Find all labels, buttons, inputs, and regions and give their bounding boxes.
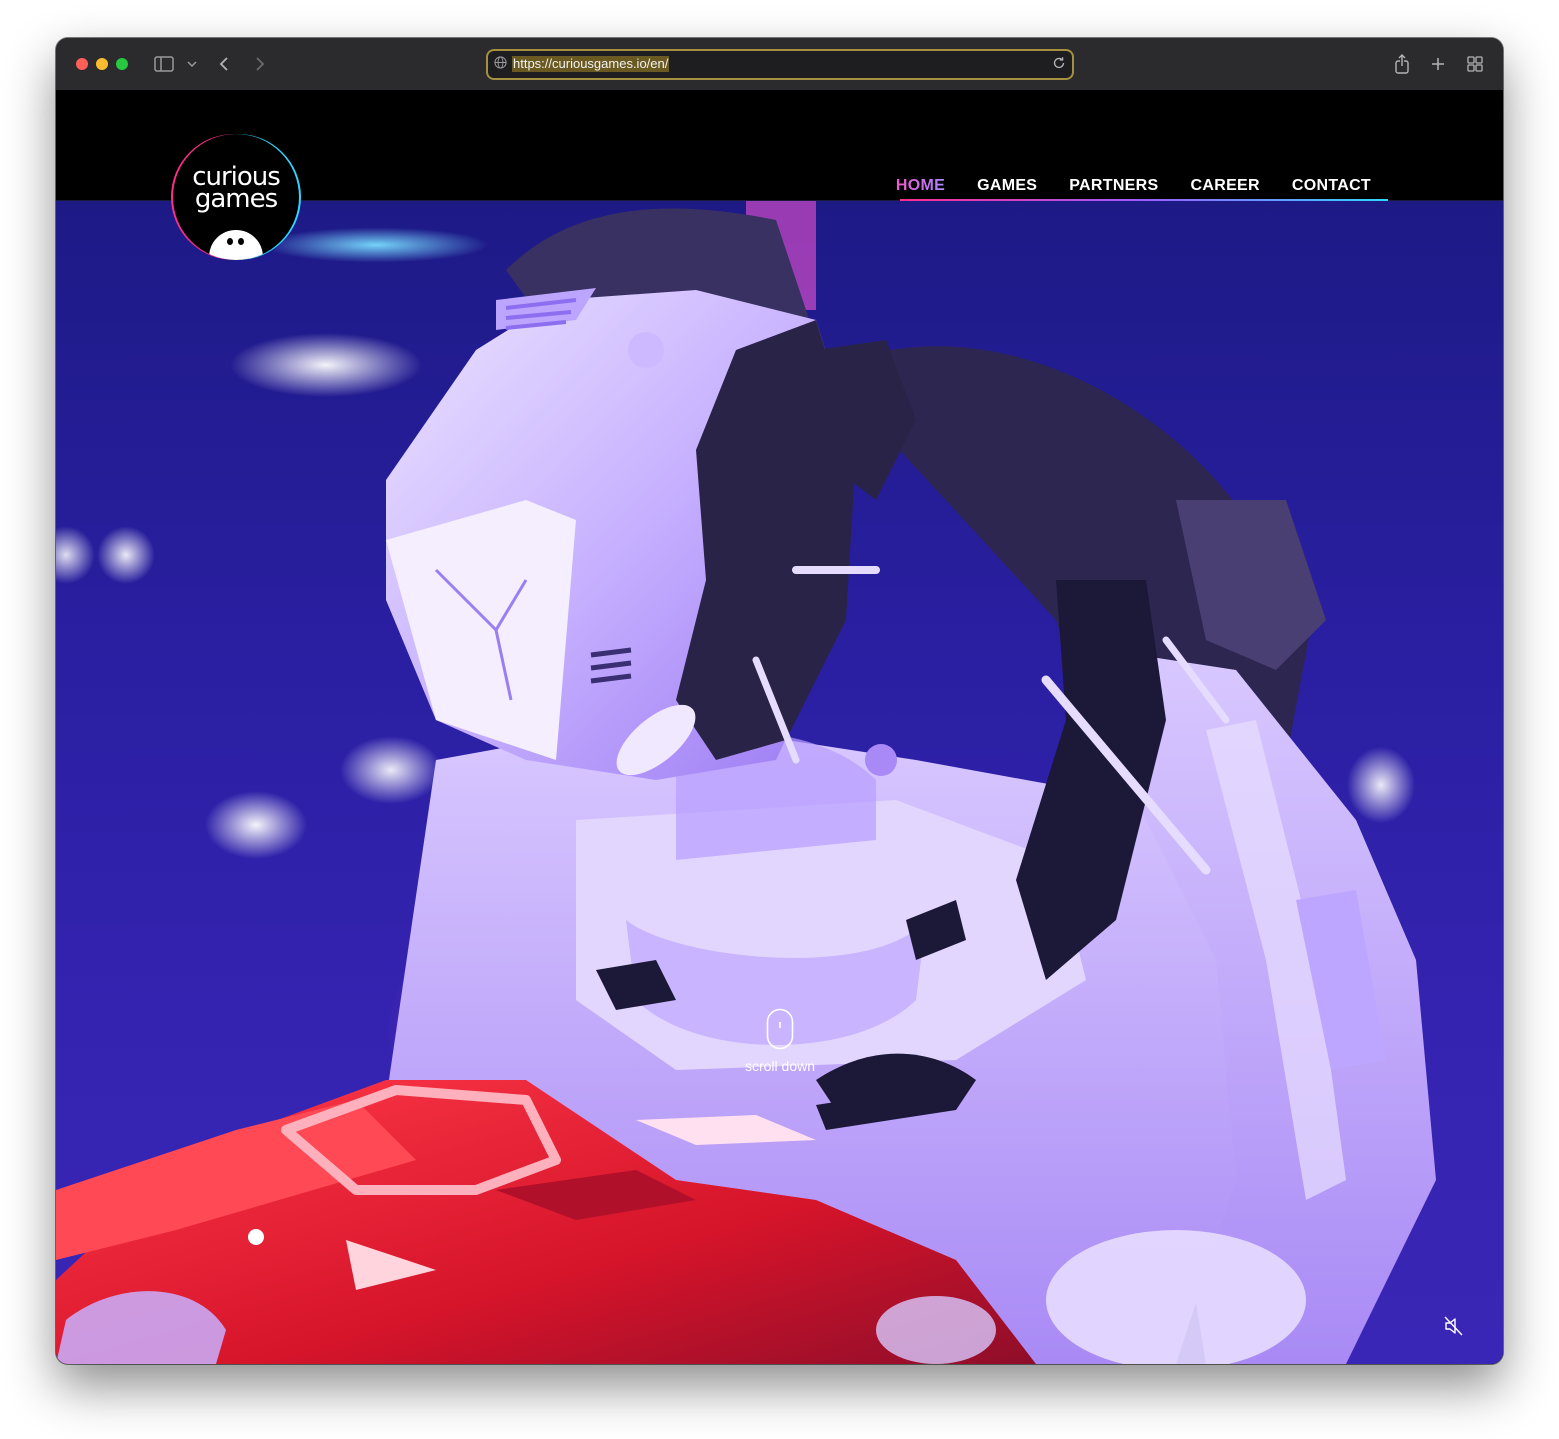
web-page: curious games HOME GAMES PARTNERS CAREER… — [56, 90, 1503, 1364]
mute-icon[interactable] — [1442, 1314, 1466, 1343]
scroll-down-label: scroll down — [744, 1058, 816, 1074]
address-bar[interactable]: https://curiousgames.io/en/ — [486, 49, 1074, 80]
tab-overview-icon[interactable] — [1463, 52, 1487, 76]
scroll-down-hint[interactable]: scroll down — [733, 1008, 827, 1074]
site-logo[interactable]: curious games — [173, 134, 299, 260]
nav-underline — [900, 199, 1388, 201]
mouse-scroll-icon — [766, 1008, 794, 1050]
minimize-window-button[interactable] — [96, 58, 108, 70]
ghost-mascot-icon — [209, 230, 263, 260]
browser-toolbar: https://curiousgames.io/en/ — [56, 38, 1503, 91]
url-text[interactable]: https://curiousgames.io/en/ — [512, 56, 670, 72]
new-tab-icon[interactable] — [1426, 52, 1450, 76]
zoom-window-button[interactable] — [116, 58, 128, 70]
reload-icon[interactable] — [1052, 56, 1066, 75]
browser-window: https://curiousgames.io/en/ curious game… — [56, 38, 1503, 1364]
globe-icon — [494, 56, 507, 74]
share-icon[interactable] — [1390, 52, 1414, 76]
robot-illustration — [56, 200, 1436, 1364]
back-icon[interactable] — [212, 52, 236, 76]
close-window-button[interactable] — [76, 58, 88, 70]
logo-word-games: games — [194, 184, 278, 214]
sidebar-icon[interactable] — [152, 52, 176, 76]
chevron-down-icon[interactable] — [180, 52, 204, 76]
hero-video: scroll down — [56, 200, 1503, 1364]
forward-icon[interactable] — [248, 52, 272, 76]
